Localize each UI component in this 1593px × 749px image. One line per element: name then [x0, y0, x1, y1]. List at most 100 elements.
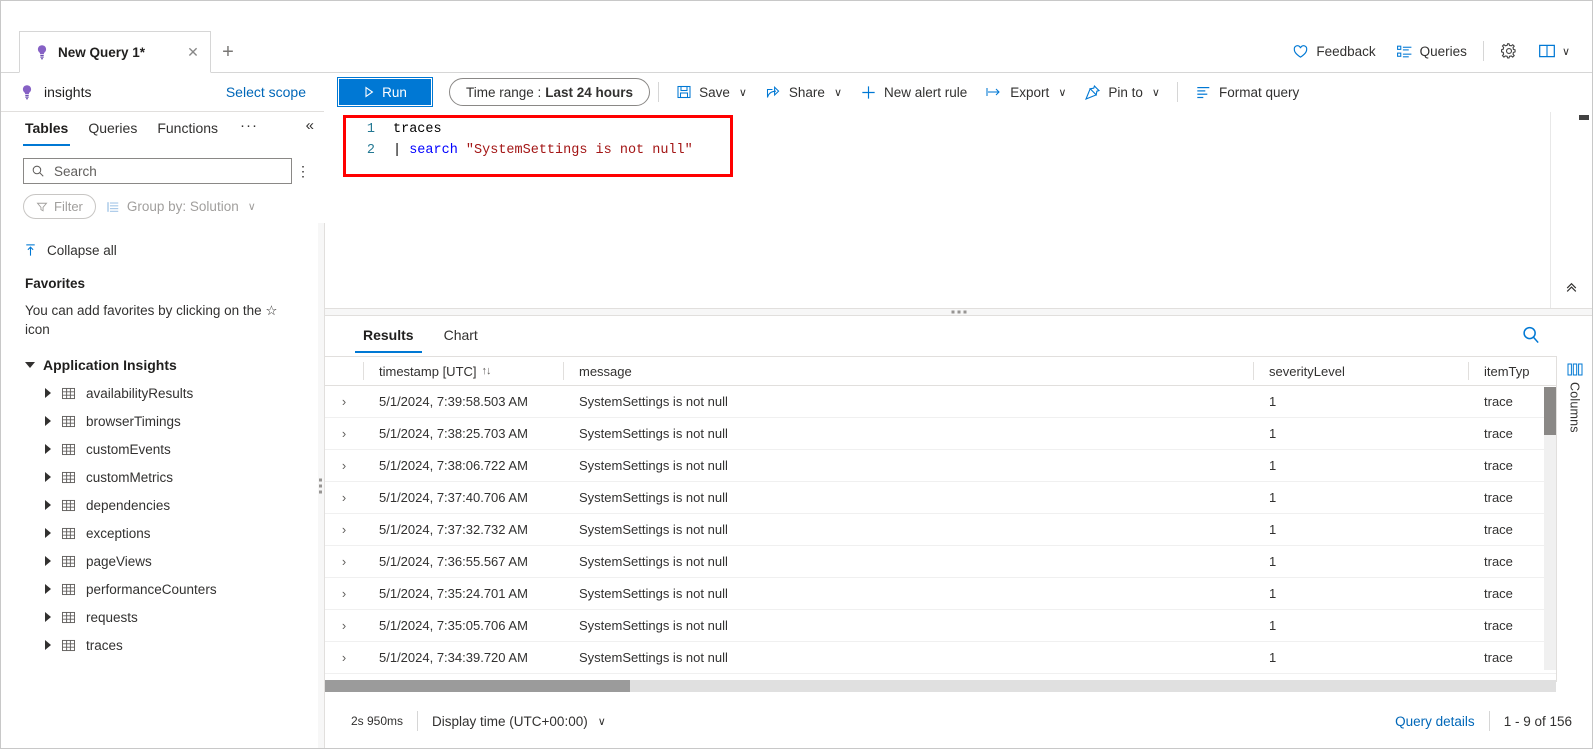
sidebar-group-application-insights[interactable]: Application Insights [1, 339, 324, 373]
sidebar-tab-tables[interactable]: Tables [15, 112, 78, 148]
table-row[interactable]: › 5/1/2024, 7:35:05.706 AM SystemSettings … [325, 610, 1556, 642]
sidebar-more-button[interactable]: ··· [228, 112, 266, 134]
row-expand-button[interactable]: › [325, 418, 363, 450]
table-item-pageviews[interactable]: pageViews [1, 547, 324, 575]
table-item-availabilityresults[interactable]: availabilityResults [1, 379, 324, 407]
table-row[interactable]: › 5/1/2024, 7:36:55.567 AM SystemSettings … [325, 546, 1556, 578]
funnel-icon [36, 201, 48, 213]
row-expand-button[interactable]: › [325, 482, 363, 514]
chevron-down-icon: ∨ [833, 86, 842, 99]
collapse-editor-button[interactable] [1560, 276, 1582, 298]
select-scope-link[interactable]: Select scope [226, 84, 306, 100]
query-code[interactable]: 1 traces 2 | search "SystemSettings is not … [347, 119, 693, 161]
query-tab-new-query-1[interactable]: New Query 1* ✕ [19, 31, 211, 73]
results-search-button[interactable] [1520, 324, 1544, 348]
run-button[interactable]: Run [337, 77, 433, 107]
sidebar-tab-queries[interactable]: Queries [78, 112, 147, 148]
row-expand-button[interactable]: › [325, 450, 363, 482]
cell-severitylevel: 1 [1269, 522, 1277, 537]
close-icon[interactable]: ✕ [184, 43, 202, 61]
table-item-exceptions[interactable]: exceptions [1, 519, 324, 547]
triangle-right-icon[interactable] [45, 584, 51, 594]
feedback-button[interactable]: Feedback [1282, 35, 1385, 67]
query-editor[interactable]: 1 traces 2 | search "SystemSettings is not … [325, 112, 1592, 308]
sort-icon[interactable]: ↑↓ [482, 365, 492, 377]
column-header-message[interactable]: message [563, 356, 1253, 386]
editor-results-splitter[interactable] [325, 308, 1592, 316]
row-expand-button[interactable]: › [325, 578, 363, 610]
tab-results[interactable]: Results [355, 317, 422, 355]
queries-button[interactable]: Queries [1386, 35, 1477, 67]
table-row[interactable]: › 5/1/2024, 7:37:32.732 AM SystemSettings … [325, 514, 1556, 546]
cell-itemtype: trace [1484, 394, 1513, 409]
column-header-itemtype[interactable]: itemTyp [1468, 356, 1556, 386]
row-expand-button[interactable]: › [325, 610, 363, 642]
cell-severitylevel: 1 [1269, 490, 1277, 505]
display-time-selector[interactable]: Display time (UTC+00:00) ∨ [432, 714, 606, 729]
triangle-right-icon[interactable] [45, 416, 51, 426]
cell-timestamp: 5/1/2024, 7:39:58.503 AM [379, 394, 528, 409]
query-details-link[interactable]: Query details [1395, 714, 1475, 729]
triangle-right-icon[interactable] [45, 528, 51, 538]
tab-chart[interactable]: Chart [436, 317, 486, 355]
columns-rail-button[interactable]: Columns [1556, 356, 1592, 682]
search-input[interactable] [52, 162, 284, 180]
settings-button[interactable] [1490, 35, 1528, 67]
column-header-severitylevel[interactable]: severityLevel [1253, 356, 1468, 386]
table-item-custommetrics[interactable]: customMetrics [1, 463, 324, 491]
triangle-right-icon[interactable] [45, 612, 51, 622]
time-range-picker[interactable]: Time range : Last 24 hours [449, 78, 651, 106]
table-row[interactable]: › 5/1/2024, 7:34:39.720 AM SystemSettings … [325, 642, 1556, 674]
search-input-wrapper[interactable] [23, 158, 292, 184]
sidebar-tab-functions[interactable]: Functions [147, 112, 228, 148]
filter-button[interactable]: Filter [23, 194, 96, 219]
search-icon [31, 164, 45, 178]
collapse-all-button[interactable]: Collapse all [1, 219, 324, 258]
sidebar-tabs: Tables Queries Functions ··· « [1, 112, 324, 152]
save-button[interactable]: Save ∨ [667, 77, 756, 107]
export-button[interactable]: Export ∨ [976, 77, 1075, 107]
collapse-sidebar-button[interactable]: « [306, 117, 314, 134]
table-item-requests[interactable]: requests [1, 603, 324, 631]
sidebar-kebab-menu[interactable]: ⋮ [292, 163, 314, 180]
format-query-button[interactable]: Format query [1186, 77, 1308, 107]
triangle-right-icon[interactable] [45, 556, 51, 566]
row-expand-button[interactable]: › [325, 386, 363, 418]
editor-vertical-scrollbar[interactable] [1579, 115, 1589, 120]
layout-button[interactable]: ∨ [1528, 35, 1580, 67]
pin-to-button[interactable]: Pin to ∨ [1075, 77, 1169, 107]
table-row[interactable]: › 5/1/2024, 7:38:06.722 AM SystemSettings … [325, 450, 1556, 482]
table-item-dependencies[interactable]: dependencies [1, 491, 324, 519]
triangle-right-icon[interactable] [45, 472, 51, 482]
row-expand-button[interactable]: › [325, 642, 363, 674]
table-row[interactable]: › 5/1/2024, 7:37:40.706 AM SystemSettings … [325, 482, 1556, 514]
code-line: 1 traces [347, 119, 693, 140]
toolbar-divider [658, 82, 660, 102]
table-row[interactable]: › 5/1/2024, 7:35:24.701 AM SystemSettings … [325, 578, 1556, 610]
triangle-right-icon[interactable] [45, 444, 51, 454]
table-icon [61, 554, 76, 569]
grid-vertical-scroll-thumb[interactable] [1544, 387, 1556, 435]
new-tab-button[interactable]: + [215, 39, 241, 65]
triangle-right-icon[interactable] [45, 500, 51, 510]
triangle-right-icon[interactable] [45, 388, 51, 398]
splitter-grip-icon [951, 310, 966, 314]
row-expand-button[interactable]: › [325, 514, 363, 546]
group-by-button[interactable]: Group by: Solution ∨ [106, 199, 256, 214]
table-row[interactable]: › 5/1/2024, 7:39:58.503 AM SystemSettings … [325, 386, 1556, 418]
share-button[interactable]: Share ∨ [756, 77, 851, 107]
column-header-timestamp[interactable]: timestamp [UTC] ↑↓ [363, 356, 563, 386]
row-expand-button[interactable]: › [325, 546, 363, 578]
triangle-right-icon[interactable] [45, 640, 51, 650]
new-alert-rule-button[interactable]: New alert rule [851, 77, 976, 107]
book-layout-icon [1538, 42, 1556, 60]
table-item-performancecounters[interactable]: performanceCounters [1, 575, 324, 603]
table-row[interactable]: › 5/1/2024, 7:38:25.703 AM SystemSettings … [325, 418, 1556, 450]
grid-vertical-scrollbar[interactable] [1544, 387, 1556, 670]
grid-horizontal-scroll-thumb[interactable] [325, 680, 630, 692]
table-item-customevents[interactable]: customEvents [1, 435, 324, 463]
grid-horizontal-scrollbar[interactable] [325, 680, 1556, 692]
table-item-label: browserTimings [86, 413, 181, 429]
table-item-browsertimings[interactable]: browserTimings [1, 407, 324, 435]
table-item-traces[interactable]: traces [1, 631, 324, 659]
